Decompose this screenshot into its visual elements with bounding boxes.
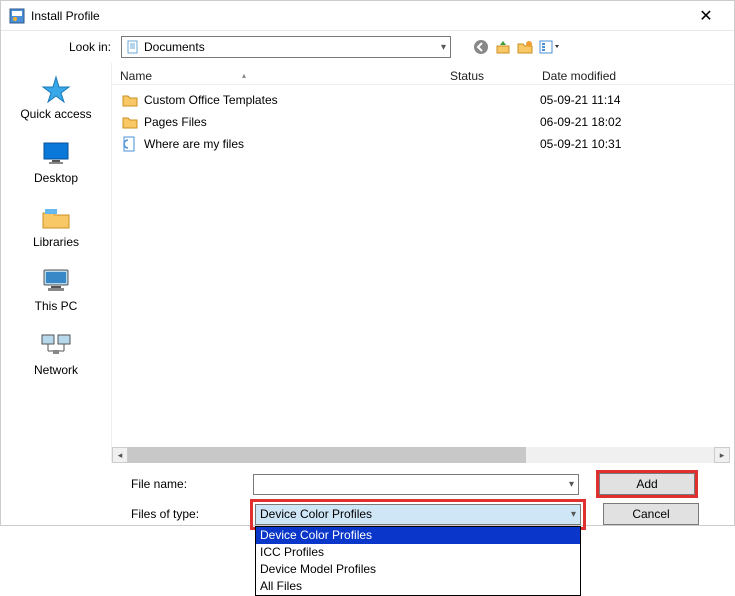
file-name-input[interactable]: ▾: [253, 474, 579, 495]
file-name-row: File name: ▾ Add: [131, 469, 722, 499]
chevron-down-icon: ▾: [569, 479, 574, 490]
place-network[interactable]: Network: [1, 331, 111, 377]
up-icon[interactable]: [495, 39, 511, 55]
this-pc-icon: [39, 267, 73, 295]
place-label: Libraries: [33, 235, 79, 249]
file-name-label: File name:: [131, 477, 253, 491]
file-date: 05-09-21 10:31: [540, 137, 734, 151]
file-date: 06-09-21 18:02: [540, 115, 734, 129]
toolbar: [473, 39, 561, 55]
scroll-right-icon[interactable]: ▸: [714, 447, 730, 463]
file-type-option[interactable]: All Files: [256, 578, 580, 595]
folder-icon: [122, 114, 138, 130]
scroll-track[interactable]: [128, 447, 714, 463]
column-date[interactable]: Date modified: [534, 69, 734, 83]
lookin-dropdown[interactable]: Documents ▾: [121, 36, 451, 58]
folder-icon: [122, 92, 138, 108]
place-label: Quick access: [20, 107, 91, 121]
window-title: Install Profile: [31, 9, 686, 23]
bottom-panel: File name: ▾ Add Files of type: Device C…: [1, 463, 734, 529]
scroll-thumb[interactable]: [128, 447, 526, 463]
lookin-label: Look in:: [1, 40, 121, 54]
body: Quick access Desktop Libraries This PC N…: [1, 63, 734, 463]
file-name: Pages Files: [144, 115, 448, 129]
back-icon[interactable]: [473, 39, 489, 55]
network-icon: [39, 331, 73, 359]
file-name: Where are my files: [144, 137, 448, 151]
file-list: Name▴ Status Date modified Custom Office…: [111, 63, 734, 463]
quick-access-icon: [39, 75, 73, 103]
place-this-pc[interactable]: This PC: [1, 267, 111, 313]
documents-icon: [126, 40, 140, 54]
add-button[interactable]: Add: [599, 473, 695, 495]
place-label: Desktop: [34, 171, 78, 185]
file-icon: [122, 136, 138, 152]
chevron-down-icon: ▾: [571, 509, 576, 520]
file-type-label: Files of type:: [131, 507, 253, 521]
view-menu-icon[interactable]: [539, 39, 561, 55]
lookin-value: Documents: [144, 40, 205, 54]
file-rows: Custom Office Templates 05-09-21 11:14 Pag…: [112, 85, 734, 155]
libraries-icon: [39, 203, 73, 231]
file-type-combo: Device Color Profiles ▾ Device Color Pro…: [253, 502, 583, 527]
place-desktop[interactable]: Desktop: [1, 139, 111, 185]
file-date: 05-09-21 11:14: [540, 93, 734, 107]
column-name[interactable]: Name▴: [112, 69, 442, 83]
column-status[interactable]: Status: [442, 69, 534, 83]
app-icon: [9, 8, 25, 24]
place-quick-access[interactable]: Quick access: [1, 75, 111, 121]
file-type-options: Device Color ProfilesICC ProfilesDevice …: [255, 526, 581, 596]
column-headers: Name▴ Status Date modified: [112, 63, 734, 85]
file-type-option[interactable]: Device Color Profiles: [256, 527, 580, 544]
chevron-down-icon: ▾: [441, 42, 446, 53]
horizontal-scrollbar[interactable]: ◂ ▸: [112, 447, 730, 463]
place-libraries[interactable]: Libraries: [1, 203, 111, 249]
close-button[interactable]: ✕: [686, 6, 726, 26]
cancel-button[interactable]: Cancel: [603, 503, 699, 525]
scroll-left-icon[interactable]: ◂: [112, 447, 128, 463]
desktop-icon: [39, 139, 73, 167]
file-row[interactable]: Custom Office Templates 05-09-21 11:14: [112, 89, 734, 111]
file-type-dropdown[interactable]: Device Color Profiles ▾: [255, 504, 581, 525]
lookin-row: Look in: Documents ▾: [1, 31, 734, 63]
file-type-row: Files of type: Device Color Profiles ▾ D…: [131, 499, 722, 529]
sort-indicator-icon: ▴: [242, 71, 246, 80]
place-label: Network: [34, 363, 78, 377]
file-row[interactable]: Where are my files 05-09-21 10:31: [112, 133, 734, 155]
places-bar: Quick access Desktop Libraries This PC N…: [1, 63, 111, 463]
file-type-option[interactable]: ICC Profiles: [256, 544, 580, 561]
file-type-option[interactable]: Device Model Profiles: [256, 561, 580, 578]
file-row[interactable]: Pages Files 06-09-21 18:02: [112, 111, 734, 133]
place-label: This PC: [35, 299, 78, 313]
file-name: Custom Office Templates: [144, 93, 448, 107]
new-folder-icon[interactable]: [517, 39, 533, 55]
title-bar: Install Profile ✕: [1, 1, 734, 31]
